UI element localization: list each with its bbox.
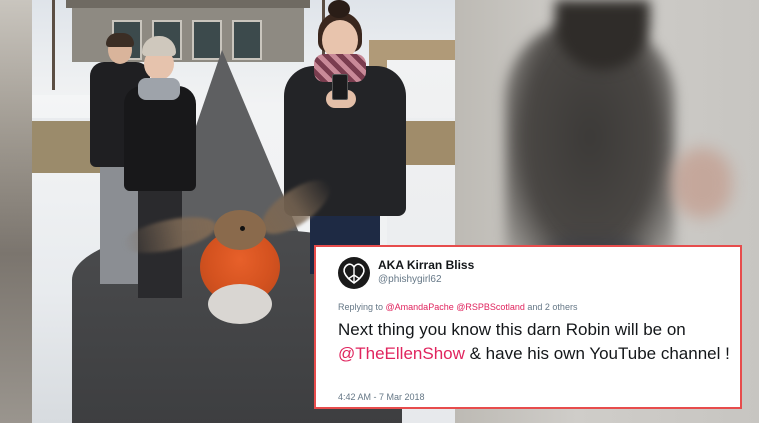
tweet-text-part: Next thing you know this darn Robin will… xyxy=(338,320,686,339)
peace-heart-icon[interactable] xyxy=(338,257,370,289)
robin-bird xyxy=(119,170,339,330)
tweet-card: AKA Kirran Bliss @phishygirl62 Replying … xyxy=(314,245,742,409)
user-handle[interactable]: @phishygirl62 xyxy=(378,274,442,285)
reply-suffix[interactable]: and 2 others xyxy=(525,302,577,312)
bare-tree xyxy=(52,0,55,90)
mention-link[interactable]: @AmandaPache xyxy=(386,302,454,312)
tweet-text-part: & have his own YouTube channel ! xyxy=(464,344,730,363)
reply-context: Replying to @AmandaPache @RSPBScotland a… xyxy=(338,302,577,312)
mention-link[interactable]: @TheEllenShow xyxy=(338,344,465,363)
person-woman-camera xyxy=(124,36,196,300)
reply-prefix: Replying to xyxy=(338,302,386,312)
blurred-left-edge xyxy=(0,0,32,423)
stone-wall xyxy=(402,118,455,165)
blurred-hand xyxy=(672,148,732,218)
display-name[interactable]: AKA Kirran Bliss xyxy=(378,258,474,272)
mention-link[interactable]: @RSPBScotland xyxy=(456,302,525,312)
person-woman-phone xyxy=(284,0,406,280)
tweet-timestamp[interactable]: 4:42 AM - 7 Mar 2018 xyxy=(338,392,425,402)
tweet-text: Next thing you know this darn Robin will… xyxy=(338,318,733,366)
